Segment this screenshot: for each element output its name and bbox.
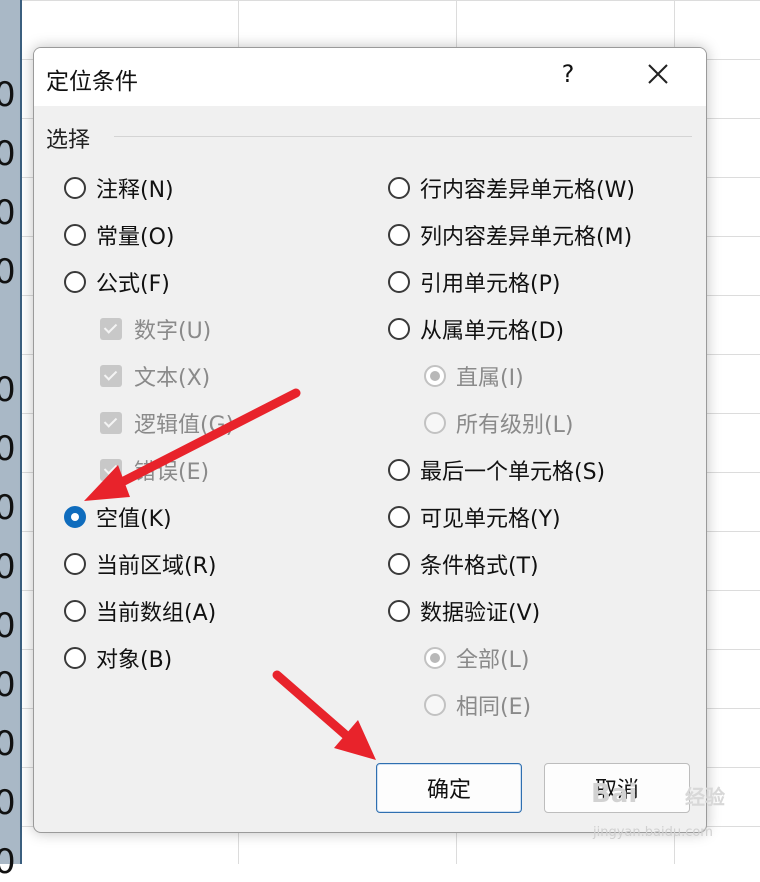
- option-label: 全部(L): [456, 648, 530, 673]
- checkbox-checked-icon: [100, 459, 122, 481]
- option-label: 数据验证(V): [420, 601, 541, 626]
- radio-unchecked-icon: [64, 271, 86, 293]
- cell-value: 0: [0, 134, 16, 174]
- cell-value: 0: [0, 75, 16, 115]
- cell-value: 0: [0, 370, 16, 410]
- radio-unchecked-disabled-icon: [424, 694, 446, 716]
- option-validation-same: 相同(E): [424, 689, 531, 721]
- radio-unchecked-icon: [388, 459, 410, 481]
- title-bar: 定位条件 ?: [34, 48, 706, 106]
- option-current-array[interactable]: 当前数组(A): [64, 595, 216, 627]
- option-label: 错误(E): [134, 460, 210, 485]
- baidu-jingyan-watermark: Bai 经验 jingyan.baidu.com: [585, 775, 755, 850]
- option-label: 从属单元格(D): [420, 319, 565, 344]
- option-label: 公式(F): [96, 272, 170, 297]
- option-conditional-formats[interactable]: 条件格式(T): [388, 548, 539, 580]
- option-objects[interactable]: 对象(B): [64, 642, 172, 674]
- option-column-differences[interactable]: 列内容差异单元格(M): [388, 219, 632, 251]
- option-label: 最后一个单元格(S): [420, 460, 606, 485]
- radio-unchecked-icon: [64, 177, 86, 199]
- option-label: 逻辑值(G): [134, 413, 235, 438]
- option-row-differences[interactable]: 行内容差异单元格(W): [388, 172, 635, 204]
- checkbox-checked-icon: [100, 412, 122, 434]
- option-blanks[interactable]: 空值(K): [64, 501, 172, 533]
- option-label: 相同(E): [456, 695, 532, 720]
- radio-unchecked-icon: [388, 224, 410, 246]
- radio-unchecked-icon: [388, 506, 410, 528]
- radio-unchecked-icon: [388, 318, 410, 340]
- option-label: 列内容差异单元格(M): [420, 225, 633, 250]
- checkbox-checked-icon: [100, 318, 122, 340]
- option-formulas[interactable]: 公式(F): [64, 266, 170, 298]
- radio-unchecked-icon: [388, 553, 410, 575]
- checkbox-numbers: 数字(U): [100, 313, 211, 345]
- cell-value: 0: [0, 429, 16, 469]
- radio-unchecked-icon: [64, 600, 86, 622]
- close-icon: [648, 64, 668, 84]
- go-to-special-dialog: 定位条件 ? 选择 注释(N) 常量(O) 公式(F) 数字(U) 文本(X) …: [33, 47, 707, 833]
- radio-checked-disabled-icon: [424, 365, 446, 387]
- radio-checked-disabled-icon: [424, 647, 446, 669]
- option-label: 当前数组(A): [96, 601, 217, 626]
- cell-value: 0: [0, 547, 16, 587]
- cell-value: 0: [0, 665, 16, 705]
- checkbox-errors: 错误(E): [100, 454, 209, 486]
- checkbox-text: 文本(X): [100, 360, 210, 392]
- option-label: 对象(B): [96, 648, 173, 673]
- option-label: 当前区域(R): [96, 554, 217, 579]
- radio-unchecked-disabled-icon: [424, 412, 446, 434]
- watermark-logo: Bai: [591, 779, 638, 809]
- help-button[interactable]: ?: [556, 60, 580, 90]
- option-label: 可见单元格(Y): [420, 507, 561, 532]
- option-validation-all: 全部(L): [424, 642, 529, 674]
- ok-button[interactable]: 确定: [376, 763, 522, 813]
- checkbox-logicals: 逻辑值(G): [100, 407, 234, 439]
- option-visible-cells[interactable]: 可见单元格(Y): [388, 501, 561, 533]
- option-label: 常量(O): [96, 225, 175, 250]
- dialog-title: 定位条件: [46, 69, 138, 95]
- option-label: 直属(I): [456, 366, 524, 391]
- cell-value: 0: [0, 252, 16, 292]
- option-label: 引用单元格(P): [420, 272, 561, 297]
- group-divider: [114, 136, 692, 137]
- option-label: 空值(K): [96, 507, 172, 532]
- radio-unchecked-icon: [388, 271, 410, 293]
- group-label: 选择: [46, 128, 91, 153]
- option-comments[interactable]: 注释(N): [64, 172, 174, 204]
- checkbox-checked-icon: [100, 365, 122, 387]
- option-label: 数字(U): [134, 319, 212, 344]
- cell-value: 0: [0, 724, 16, 764]
- cell-value: 0: [0, 606, 16, 646]
- cell-value: 0: [0, 783, 16, 823]
- close-button[interactable]: [640, 56, 676, 92]
- option-all-levels: 所有级别(L): [424, 407, 573, 439]
- radio-unchecked-icon: [388, 600, 410, 622]
- cell-value: 0: [0, 842, 16, 882]
- option-current-region[interactable]: 当前区域(R): [64, 548, 216, 580]
- option-label: 所有级别(L): [456, 413, 574, 438]
- option-data-validation[interactable]: 数据验证(V): [388, 595, 540, 627]
- radio-checked-icon: [64, 506, 86, 528]
- option-last-cell[interactable]: 最后一个单元格(S): [388, 454, 605, 486]
- cell-value: 0: [0, 488, 16, 528]
- radio-unchecked-icon: [64, 647, 86, 669]
- cell-value: 0: [0, 193, 16, 233]
- watermark-text: 经验: [685, 785, 725, 809]
- option-label: 行内容差异单元格(W): [420, 178, 635, 203]
- radio-unchecked-icon: [64, 553, 86, 575]
- radio-unchecked-icon: [64, 224, 86, 246]
- option-dependents[interactable]: 从属单元格(D): [388, 313, 564, 345]
- radio-unchecked-icon: [388, 177, 410, 199]
- option-precedents[interactable]: 引用单元格(P): [388, 266, 560, 298]
- option-label: 条件格式(T): [420, 554, 539, 579]
- option-label: 注释(N): [96, 178, 174, 203]
- option-label: 文本(X): [134, 366, 211, 391]
- option-constants[interactable]: 常量(O): [64, 219, 174, 251]
- watermark-url: jingyan.baidu.com: [593, 825, 713, 840]
- option-direct-only: 直属(I): [424, 360, 524, 392]
